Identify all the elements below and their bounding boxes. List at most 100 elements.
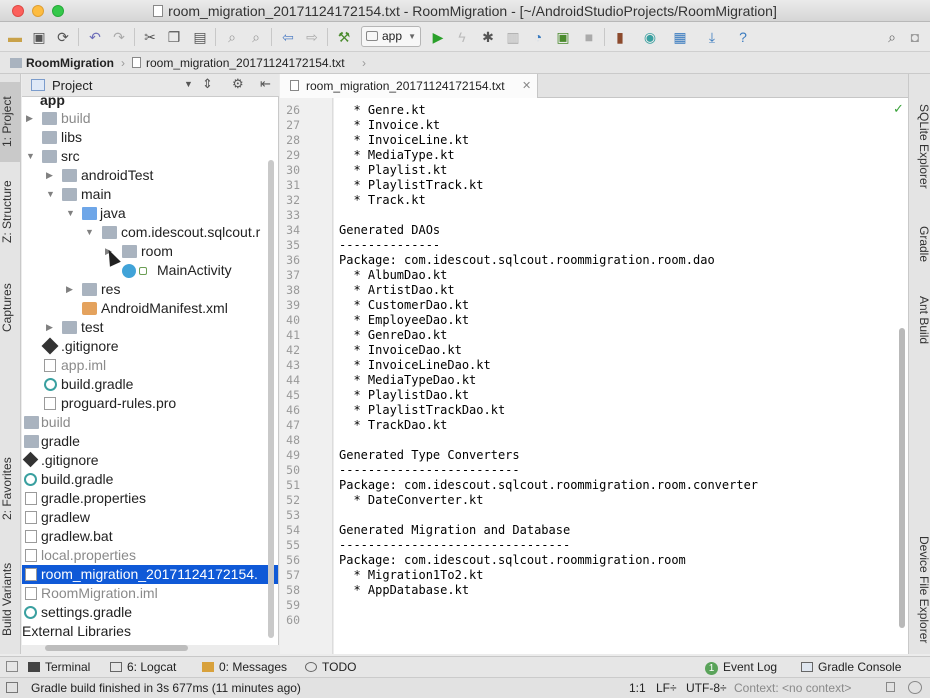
tree-item-src[interactable]: ▼ src	[22, 147, 278, 166]
user-icon[interactable]: ◘	[905, 27, 925, 47]
chevron-down-icon[interactable]: ▼	[85, 223, 97, 242]
breadcrumb-project[interactable]: RoomMigration	[10, 56, 114, 70]
tree-item-local-properties[interactable]: local.properties	[22, 546, 278, 565]
tab-favorites[interactable]: 2: Favorites	[0, 449, 21, 529]
lock-icon[interactable]	[886, 682, 895, 692]
apply-changes-icon[interactable]: ϟ	[452, 27, 472, 47]
tree-item-res[interactable]: ▶ res	[22, 280, 278, 299]
run-icon[interactable]: ▶	[428, 27, 448, 47]
sdk-manager-icon[interactable]: ⤓	[702, 27, 722, 47]
back-icon[interactable]: ⇦	[278, 27, 298, 47]
cut-icon[interactable]: ✂	[140, 27, 160, 47]
tab-sqlite-explorer[interactable]: SQLite Explorer	[911, 104, 930, 189]
find-icon[interactable]: ⌕	[222, 27, 242, 47]
tree-item-main[interactable]: ▼ main	[22, 185, 278, 204]
caret-position[interactable]: 1:1	[629, 681, 646, 695]
tab-device-file-explorer[interactable]: Device File Explorer	[911, 536, 930, 643]
chevron-down-icon[interactable]: ▼	[26, 147, 38, 166]
search-everywhere-icon[interactable]: ⌕	[882, 27, 902, 47]
tree-item-settings-gradle[interactable]: settings.gradle	[22, 603, 278, 622]
file-encoding[interactable]: UTF-8÷	[686, 681, 727, 695]
tree-item-androidtest[interactable]: ▶ androidTest	[22, 166, 278, 185]
run-configuration-dropdown[interactable]: app ▼	[361, 26, 421, 47]
copy-icon[interactable]: ❐	[164, 27, 184, 47]
tree-item-gradle-folder[interactable]: gradle	[22, 432, 278, 451]
tree-item-java[interactable]: ▼ java	[22, 204, 278, 223]
code-line: * EmployeeDao.kt	[339, 313, 470, 327]
tree-item-root-build[interactable]: ▶ build	[22, 413, 278, 432]
help-icon[interactable]: ?	[733, 27, 753, 47]
tree-horizontal-scrollbar[interactable]	[45, 645, 188, 651]
tab-terminal[interactable]: Terminal	[28, 660, 90, 674]
tab-gradle[interactable]: Gradle	[911, 226, 930, 262]
hide-panel-icon[interactable]: ⇤	[260, 76, 271, 92]
coverage-icon[interactable]: ▣	[553, 27, 573, 47]
close-icon[interactable]: ✕	[522, 74, 531, 98]
replace-icon[interactable]: ⌕	[246, 27, 266, 47]
tree-item-app-iml[interactable]: app.iml	[22, 356, 278, 375]
tree-item-test[interactable]: ▶ test	[22, 318, 278, 337]
git-icon	[22, 451, 39, 468]
tab-project[interactable]: 1: Project	[0, 82, 21, 162]
tree-vertical-scrollbar[interactable]	[268, 160, 274, 638]
tab-room-migration-txt[interactable]: room_migration_20171124172154.txt ✕	[280, 74, 538, 98]
tab-structure[interactable]: Z: Structure	[0, 172, 21, 252]
tree-item-external-libraries[interactable]: External Libraries	[22, 622, 278, 641]
editor-vertical-scrollbar[interactable]	[899, 328, 905, 628]
line-separator[interactable]: LF÷	[656, 681, 677, 695]
tree-item-gradlew-bat[interactable]: gradlew.bat	[22, 527, 278, 546]
paste-icon[interactable]: ▤	[190, 27, 210, 47]
tab-build-variants[interactable]: Build Variants	[0, 552, 21, 647]
collapse-all-icon[interactable]: ⇕	[202, 76, 213, 92]
tree-item-build[interactable]: ▶ build	[22, 109, 278, 128]
tree-item-package[interactable]: ▼ com.idescout.sqlcout.r	[22, 223, 278, 242]
make-project-icon[interactable]: ⚒	[334, 27, 354, 47]
chevron-right-icon[interactable]: ▶	[66, 280, 78, 299]
inspector-icon[interactable]	[908, 681, 922, 694]
editor-text-area[interactable]: * Genre.kt * Invoice.kt * InvoiceLine.kt…	[334, 98, 908, 654]
undo-icon[interactable]: ↶	[85, 27, 105, 47]
project-structure-icon[interactable]: ▦	[670, 27, 690, 47]
chevron-right-icon[interactable]: ▶	[46, 318, 58, 337]
tree-item-libs[interactable]: libs	[22, 128, 278, 147]
attach-debugger-icon[interactable]: ▥	[503, 27, 523, 47]
breadcrumb-file[interactable]: room_migration_20171124172154.txt	[132, 56, 345, 70]
tab-gradle-console[interactable]: Gradle Console	[801, 660, 901, 674]
tab-captures[interactable]: Captures	[0, 274, 21, 342]
tree-item-androidmanifest[interactable]: AndroidManifest.xml	[22, 299, 278, 318]
chevron-down-icon[interactable]: ▼	[46, 185, 58, 204]
debug-icon[interactable]: ✱	[478, 27, 498, 47]
tree-item-gradlew[interactable]: gradlew	[22, 508, 278, 527]
tab-messages[interactable]: 0: Messages	[202, 660, 287, 674]
sync-icon[interactable]: ⟳	[53, 27, 73, 47]
tree-item-proguard[interactable]: proguard-rules.pro	[22, 394, 278, 413]
forward-icon[interactable]: ⇨	[302, 27, 322, 47]
stop-icon[interactable]: ■	[579, 27, 599, 47]
tree-item-build-gradle[interactable]: build.gradle	[22, 375, 278, 394]
sync-gradle-icon[interactable]: ◉	[640, 27, 660, 47]
chevron-right-icon[interactable]: ▶	[46, 166, 58, 185]
chevron-down-icon[interactable]: ▼	[66, 204, 78, 223]
tree-item-root-gitignore[interactable]: .gitignore	[22, 451, 278, 470]
gear-icon[interactable]: ⚙	[232, 76, 244, 92]
avd-manager-icon[interactable]: ▮	[610, 27, 630, 47]
tree-item-gitignore[interactable]: .gitignore	[22, 337, 278, 356]
text-file-icon	[290, 80, 299, 91]
tab-ant-build[interactable]: Ant Build	[911, 296, 930, 344]
tab-todo[interactable]: TODO	[305, 660, 356, 674]
chevron-down-icon[interactable]: ▼	[184, 79, 193, 89]
redo-icon[interactable]: ↷	[109, 27, 129, 47]
save-icon[interactable]: ▣	[29, 27, 49, 47]
tab-logcat[interactable]: 6: Logcat	[110, 660, 176, 674]
profile-icon[interactable]: ◔	[528, 27, 548, 47]
tree-item-root-build-gradle[interactable]: build.gradle	[22, 470, 278, 489]
chevron-right-icon[interactable]: ▶	[26, 109, 38, 128]
tab-event-log[interactable]: 1 Event Log	[705, 660, 777, 675]
tree-item-room[interactable]: ▶ room	[22, 242, 278, 261]
tree-item-gradle-properties[interactable]: gradle.properties	[22, 489, 278, 508]
toggle-tool-windows-icon[interactable]	[6, 661, 18, 672]
open-folder-icon[interactable]: ▬	[5, 27, 25, 47]
tree-item-room-migration-txt[interactable]: room_migration_20171124172154.	[22, 565, 278, 584]
tree-item-roommigration-iml[interactable]: RoomMigration.iml	[22, 584, 278, 603]
tree-item-mainactivity[interactable]: MainActivity	[22, 261, 278, 280]
